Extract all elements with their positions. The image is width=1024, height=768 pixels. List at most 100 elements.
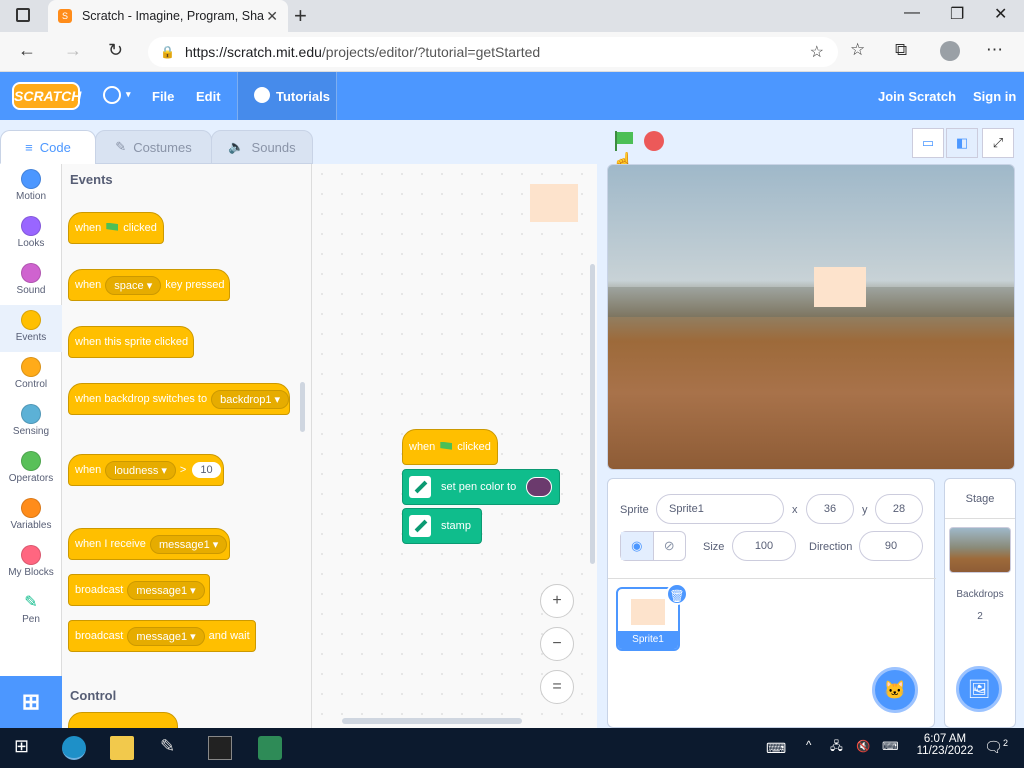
broadcast-and-wait-block[interactable]: broadcast message1 ▾ and wait: [68, 620, 256, 652]
browser-tab[interactable]: S Scratch - Imagine, Program, Sha ✕: [48, 0, 288, 32]
stamp-block[interactable]: stamp: [402, 508, 482, 544]
message-dropdown[interactable]: message1 ▾: [127, 626, 205, 646]
when-loudness-block[interactable]: when loudness ▾ > 10: [68, 454, 224, 486]
category-motion[interactable]: Motion: [0, 164, 62, 211]
stage-header: ☝ ▭ ◧ ⤢: [606, 120, 1024, 172]
edit-menu[interactable]: Edit: [196, 89, 221, 104]
language-globe-icon[interactable]: [103, 86, 121, 104]
block-text: when: [75, 464, 102, 476]
network-icon[interactable]: 🖧: [830, 739, 843, 758]
when-backdrop-switches-block[interactable]: when backdrop switches to backdrop1 ▾: [68, 383, 290, 415]
tutorials-button[interactable]: Tutorials: [237, 72, 337, 120]
category-looks[interactable]: Looks: [0, 211, 62, 258]
url-field[interactable]: 🔒 https://scratch.mit.edu/projects/edito…: [148, 37, 838, 67]
scratch-menu-bar: SCRATCH ▾ File Edit Join Scratch Sign in: [0, 72, 1024, 120]
tab-costumes[interactable]: ✎ Costumes: [95, 130, 212, 164]
green-flag-icon: [440, 441, 453, 450]
forward-icon[interactable]: →: [64, 40, 82, 61]
refresh-icon[interactable]: ↻: [108, 40, 123, 61]
set-pen-color-block[interactable]: set pen color to: [402, 469, 560, 505]
stage-canvas[interactable]: [607, 164, 1015, 470]
volume-muted-icon[interactable]: 🔇: [856, 739, 870, 753]
category-label: Pen: [22, 614, 40, 625]
tab-sounds[interactable]: 🔈 Sounds: [211, 130, 313, 164]
sign-in-link[interactable]: Sign in: [973, 89, 1016, 104]
size-input[interactable]: 100: [732, 531, 796, 561]
zoom-out-button[interactable]: −: [540, 627, 574, 661]
when-sprite-clicked-block[interactable]: when this sprite clicked: [68, 326, 194, 358]
zoom-in-button[interactable]: +: [540, 584, 574, 618]
file-explorer-icon[interactable]: [110, 736, 134, 760]
back-icon[interactable]: ←: [18, 40, 36, 61]
choose-backdrop-button[interactable]: 🖼: [956, 666, 1002, 712]
normal-stage-button[interactable]: ◧: [946, 128, 978, 158]
close-window-icon[interactable]: ✕: [994, 4, 1007, 24]
message-dropdown[interactable]: message1 ▾: [127, 580, 205, 600]
add-extension-button[interactable]: ⊞: [0, 676, 62, 728]
restore-icon[interactable]: ❐: [950, 4, 964, 24]
clock[interactable]: 6:07 AM 11/23/2022: [912, 733, 978, 757]
hide-eye-icon[interactable]: ⊘: [654, 532, 686, 560]
close-tab-icon[interactable]: ✕: [266, 8, 278, 25]
script-workspace[interactable]: when clicked set pen color to stamp + − =: [312, 164, 597, 728]
direction-input[interactable]: 90: [859, 531, 923, 561]
control-block-partial[interactable]: [68, 712, 178, 728]
app-launcher-icon[interactable]: [258, 736, 282, 760]
scratch-logo[interactable]: SCRATCH: [12, 82, 81, 110]
minimize-icon[interactable]: —: [904, 4, 920, 22]
category-pen[interactable]: ✎ Pen: [0, 587, 62, 634]
sensor-dropdown[interactable]: loudness ▾: [105, 460, 176, 480]
category-events[interactable]: Events: [0, 305, 62, 352]
broadcast-block[interactable]: broadcast message1 ▾: [68, 574, 210, 606]
backdrop-dropdown[interactable]: backdrop1 ▾: [211, 389, 290, 409]
y-input[interactable]: 28: [875, 494, 923, 524]
sprite-name-input[interactable]: Sprite1: [656, 494, 784, 524]
x-input[interactable]: 36: [806, 494, 854, 524]
tab-code[interactable]: ≡ Code: [0, 130, 96, 164]
green-flag-button[interactable]: [612, 130, 634, 152]
script-when-flag-clicked[interactable]: when clicked: [402, 429, 498, 465]
threshold-input[interactable]: 10: [192, 462, 221, 478]
profile-avatar[interactable]: [940, 41, 960, 61]
message-dropdown[interactable]: message1 ▾: [149, 534, 228, 554]
notifications-icon[interactable]: 🗨2: [984, 738, 1008, 756]
delete-sprite-icon[interactable]: 🗑: [666, 583, 688, 605]
category-control[interactable]: Control: [0, 352, 62, 399]
join-scratch-link[interactable]: Join Scratch: [878, 89, 956, 104]
category-variables[interactable]: Variables: [0, 493, 62, 540]
more-menu-icon[interactable]: ⋯: [986, 40, 1003, 60]
category-sensing[interactable]: Sensing: [0, 399, 62, 446]
edge-browser-icon[interactable]: [62, 736, 86, 760]
tab-actions-icon[interactable]: [16, 8, 30, 22]
zoom-reset-button[interactable]: =: [540, 670, 574, 704]
choose-sprite-button[interactable]: 🐱: [872, 667, 918, 713]
show-eye-icon[interactable]: ◉: [621, 532, 654, 560]
when-flag-clicked-block[interactable]: when clicked: [68, 212, 164, 244]
when-key-pressed-block[interactable]: when space ▾ key pressed: [68, 269, 230, 301]
terminal-icon[interactable]: [208, 736, 232, 760]
stop-button[interactable]: [644, 131, 664, 151]
category-operators[interactable]: Operators: [0, 446, 62, 493]
new-tab-icon[interactable]: +: [294, 3, 307, 29]
favorites-icon[interactable]: ☆: [850, 40, 865, 60]
pen-color-swatch[interactable]: [526, 477, 553, 497]
small-stage-button[interactable]: ▭: [912, 128, 944, 158]
show-hidden-icons[interactable]: ^: [806, 740, 811, 752]
workspace-scrollbar-v[interactable]: [590, 264, 595, 564]
workspace-scrollbar-h[interactable]: [342, 718, 522, 724]
file-menu[interactable]: File: [152, 89, 174, 104]
palette-scrollbar[interactable]: [300, 382, 305, 432]
fullscreen-button[interactable]: ⤢: [982, 128, 1014, 158]
app-shortcut-icon[interactable]: ✎: [160, 736, 184, 760]
collections-icon[interactable]: ⧉: [895, 40, 907, 60]
when-i-receive-block[interactable]: when I receive message1 ▾: [68, 528, 230, 560]
key-dropdown[interactable]: space ▾: [105, 275, 162, 295]
category-my-blocks[interactable]: My Blocks: [0, 540, 62, 587]
sprite1-on-stage[interactable]: [814, 267, 866, 307]
brush-icon: ✎: [115, 139, 127, 154]
ime-icon[interactable]: ⌨: [882, 739, 899, 753]
keyboard-icon[interactable]: ⌨: [766, 740, 786, 757]
category-sound[interactable]: Sound: [0, 258, 62, 305]
add-favorite-icon[interactable]: ☆: [810, 42, 824, 62]
windows-start-icon[interactable]: ⊞: [14, 736, 38, 760]
